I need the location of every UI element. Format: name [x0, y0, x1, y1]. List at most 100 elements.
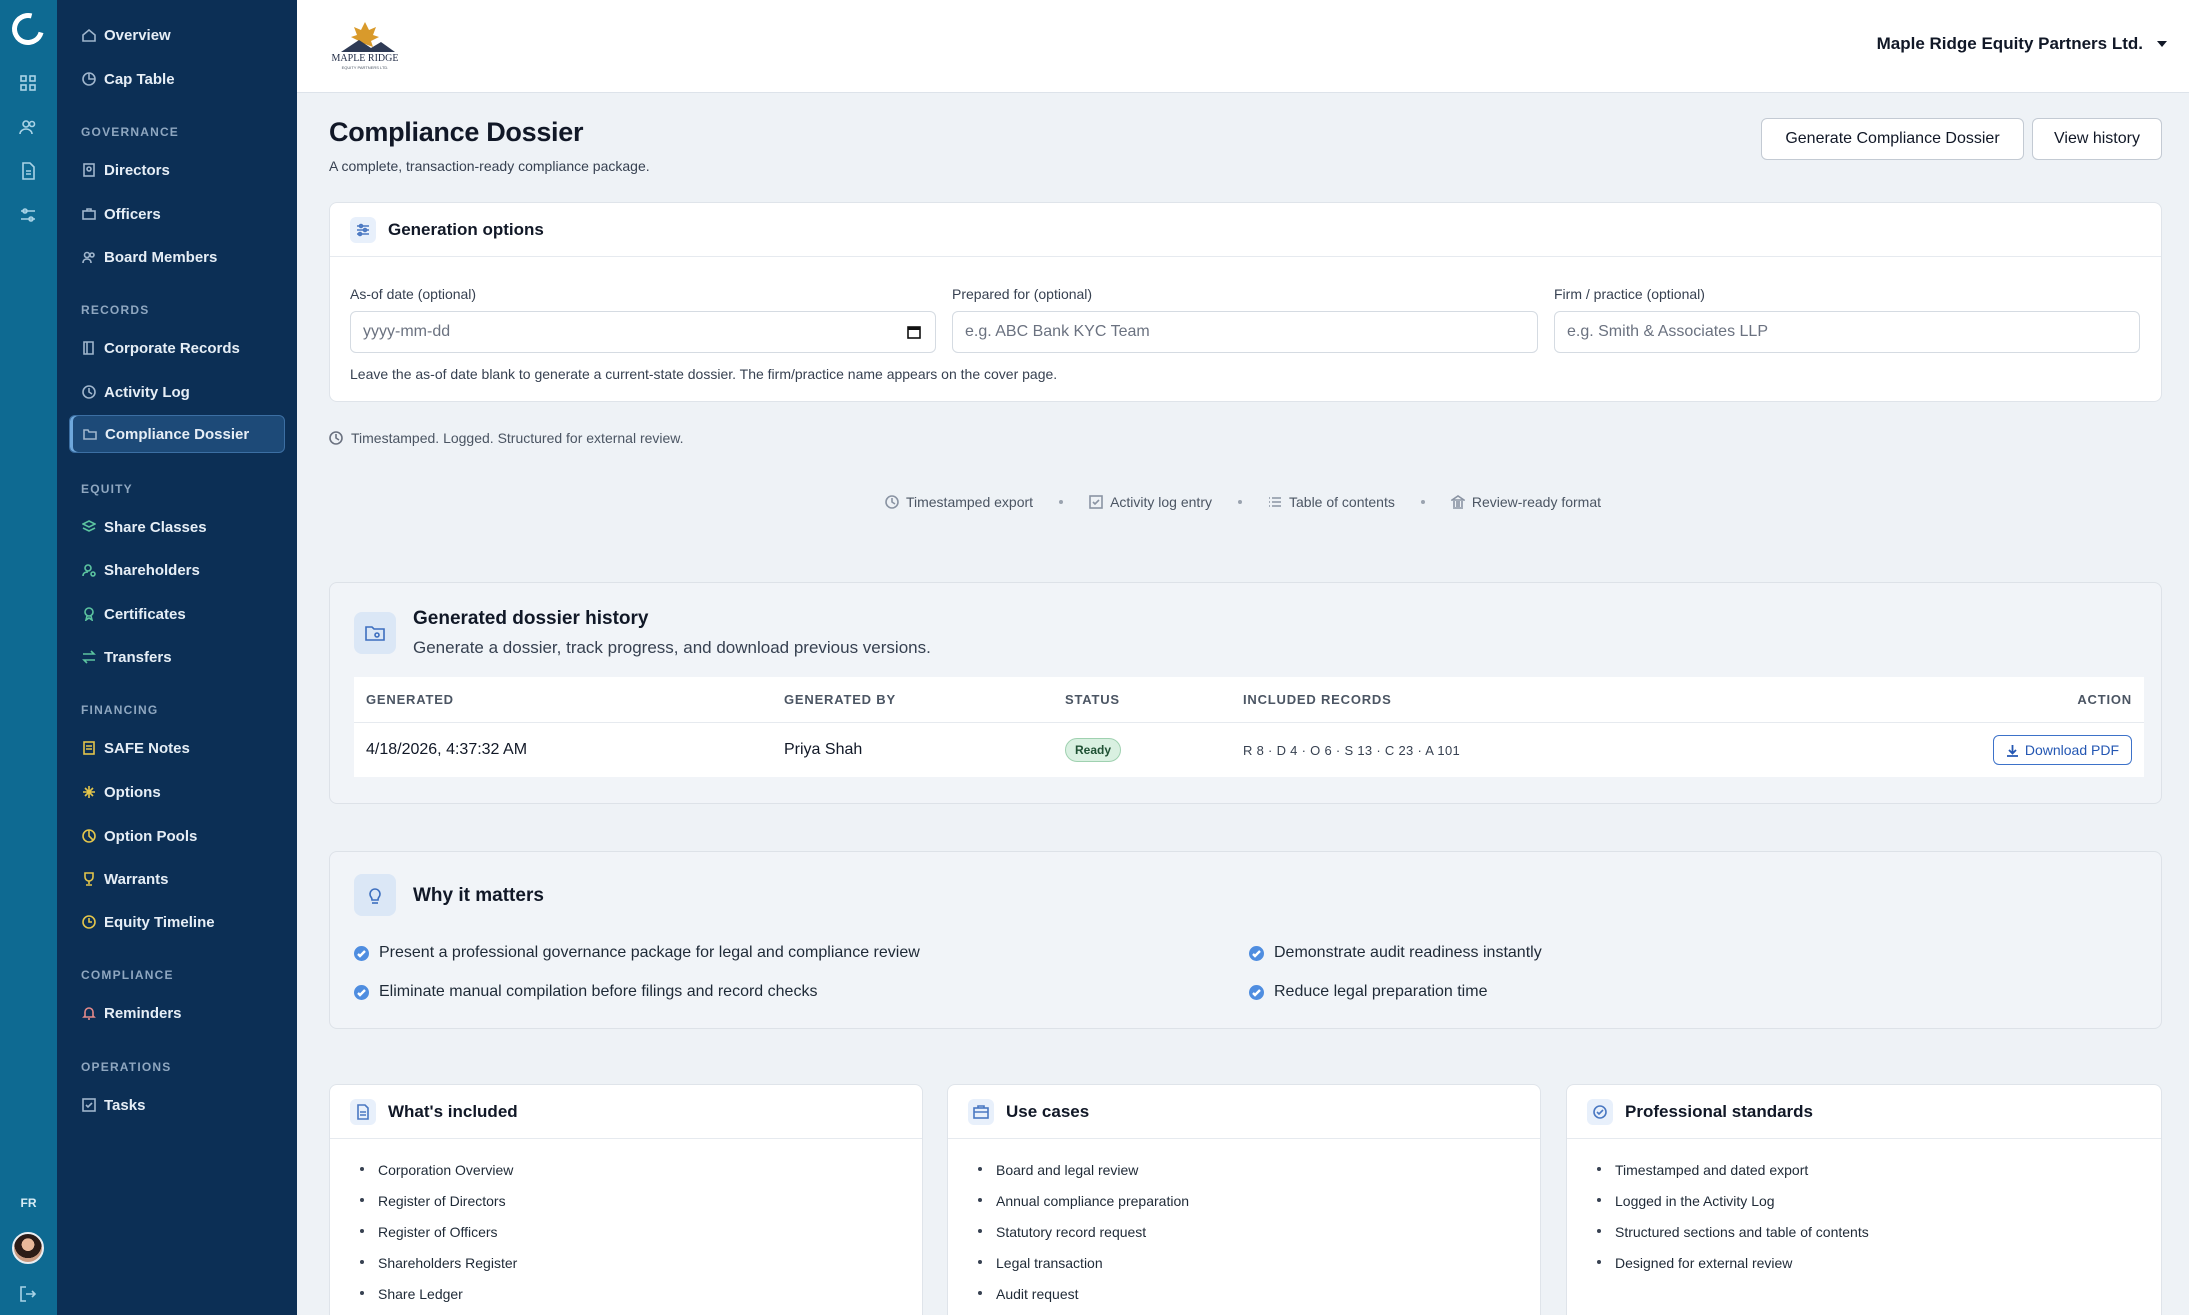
prepared-for-input[interactable] — [952, 311, 1538, 353]
prepared-for-label: Prepared for (optional) — [952, 286, 1093, 302]
sidebar-item-equity-timeline[interactable]: Equity Timeline — [69, 903, 285, 941]
sidebar-item-label: SAFE Notes — [104, 739, 190, 757]
whats-included-card: What's included Corporation Overview Reg… — [329, 1084, 923, 1315]
check-icon — [1249, 984, 1264, 1000]
options-hint: Leave the as-of date blank to generate a… — [350, 366, 1058, 382]
page-title: Compliance Dossier — [329, 117, 584, 147]
section-equity: EQUITY — [81, 482, 133, 496]
feature-strip: Timestamped export Activity log entry Ta… — [297, 494, 2189, 510]
sidebar-item-officers[interactable]: Officers — [69, 195, 285, 233]
list-item: Structured sections and table of content… — [1595, 1223, 1869, 1254]
folder-icon — [354, 612, 396, 654]
language-switch[interactable]: FR — [0, 1196, 57, 1210]
check-icon — [1249, 945, 1264, 961]
check-icon — [354, 984, 369, 1000]
check-circle-icon — [1587, 1098, 1613, 1125]
sidebar-item-directors[interactable]: Directors — [69, 151, 285, 189]
clock-icon — [82, 385, 96, 399]
lightbulb-icon — [354, 874, 396, 916]
sidebar-item-corporate-records[interactable]: Corporate Records — [69, 329, 285, 367]
layers-icon — [82, 520, 96, 534]
standards-list: Timestamped and dated export Logged in t… — [1595, 1161, 1869, 1285]
award-icon — [82, 607, 96, 621]
list-item: Logged in the Activity Log — [1595, 1192, 1869, 1223]
sidebar-item-cap-table[interactable]: Cap Table — [69, 60, 285, 98]
document-icon[interactable] — [18, 161, 38, 181]
use-cases-list: Board and legal review Annual compliance… — [976, 1161, 1189, 1315]
as-of-date-label: As-of date (optional) — [350, 286, 477, 302]
list-item: Timestamped and dated export — [1595, 1161, 1869, 1192]
caret-down-icon — [2157, 41, 2167, 47]
sidebar-item-label: Officers — [104, 205, 161, 223]
sidebar-item-tasks[interactable]: Tasks — [69, 1086, 285, 1124]
sliders-icon — [350, 216, 376, 243]
users-icon[interactable] — [18, 117, 38, 137]
sliders-icon[interactable] — [18, 205, 38, 225]
logout-icon[interactable] — [18, 1284, 38, 1304]
list-item: Audit request — [976, 1285, 1189, 1315]
check-icon — [354, 945, 369, 961]
sidebar-item-activity-log[interactable]: Activity Log — [69, 373, 285, 411]
card-title: Generation options — [388, 219, 544, 239]
avatar[interactable] — [12, 1232, 44, 1264]
bell-icon — [82, 1006, 96, 1020]
sidebar-item-board-members[interactable]: Board Members — [69, 238, 285, 276]
sidebar-item-warrants[interactable]: Warrants — [69, 860, 285, 898]
sidebar-item-safe-notes[interactable]: SAFE Notes — [69, 729, 285, 767]
home-icon — [82, 28, 96, 42]
feature-item: Timestamped export — [885, 494, 1033, 510]
svg-text:EQUITY PARTNERS LTD.: EQUITY PARTNERS LTD. — [342, 65, 389, 70]
page-subtitle: A complete, transaction-ready compliance… — [329, 158, 650, 174]
briefcase-icon — [82, 207, 96, 221]
why-item: Present a professional governance packag… — [354, 944, 920, 962]
generate-dossier-button[interactable]: Generate Compliance Dossier — [1761, 118, 2024, 160]
history-subtitle: Generate a dossier, track progress, and … — [413, 638, 931, 657]
sidebar-item-transfers[interactable]: Transfers — [69, 638, 285, 676]
view-history-button[interactable]: View history — [2032, 118, 2162, 160]
separator-dot — [1238, 500, 1242, 504]
included-records-cell: R 8 · D 4 · O 6 · S 13 · C 23 · A 101 — [1243, 742, 1461, 758]
column-header: STATUS — [1065, 692, 1120, 707]
sidebar-item-label: Shareholders — [104, 561, 200, 579]
timeline-icon — [82, 915, 96, 929]
grid-icon[interactable] — [18, 73, 38, 93]
list-item: Annual compliance preparation — [976, 1192, 1189, 1223]
column-header: GENERATED BY — [784, 692, 896, 707]
svg-text:MAPLE RIDGE: MAPLE RIDGE — [332, 53, 399, 64]
sidebar-item-certificates[interactable]: Certificates — [69, 595, 285, 633]
sidebar-item-share-classes[interactable]: Share Classes — [69, 508, 285, 546]
company-switcher[interactable]: Maple Ridge Equity Partners Ltd. — [1877, 34, 2167, 54]
checkbox-icon — [1089, 495, 1103, 509]
sidebar-item-option-pools[interactable]: Option Pools — [69, 817, 285, 855]
checkbox-icon — [82, 1098, 96, 1112]
sidebar-item-compliance-dossier[interactable]: Compliance Dossier — [69, 415, 285, 453]
sidebar-item-label: Reminders — [104, 1004, 182, 1022]
list-item: Legal transaction — [976, 1254, 1189, 1285]
users-icon — [82, 250, 96, 264]
column-header: GENERATED — [366, 692, 454, 707]
column-header: ACTION — [2077, 692, 2132, 707]
calendar-icon[interactable] — [906, 324, 922, 340]
sparkle-icon — [82, 785, 96, 799]
sidebar-item-shareholders[interactable]: Shareholders — [69, 551, 285, 589]
sidebar-item-reminders[interactable]: Reminders — [69, 994, 285, 1032]
download-pdf-button[interactable]: Download PDF — [1992, 735, 2132, 765]
use-cases-card: Use cases Board and legal review Annual … — [947, 1084, 1541, 1315]
as-of-date-input[interactable] — [350, 311, 936, 353]
feature-item: Table of contents — [1268, 494, 1395, 510]
sidebar-item-label: Warrants — [104, 870, 169, 888]
generated-by-cell: Priya Shah — [784, 741, 863, 758]
firm-practice-input[interactable] — [1554, 311, 2140, 353]
sidebar-item-overview[interactable]: Overview — [69, 16, 285, 54]
status-badge: Ready — [1065, 738, 1122, 762]
icon-rail: FR — [0, 0, 57, 1315]
trophy-icon — [82, 872, 96, 886]
sidebar-item-label: Cap Table — [104, 70, 175, 88]
sidebar-item-label: Activity Log — [104, 383, 190, 401]
sidebar-item-label: Tasks — [104, 1096, 146, 1114]
app-logo-icon[interactable] — [6, 7, 50, 51]
section-compliance: COMPLIANCE — [81, 968, 174, 982]
sidebar-item-options[interactable]: Options — [69, 773, 285, 811]
list-item: Register of Officers — [358, 1223, 517, 1254]
briefcase-icon — [968, 1098, 994, 1125]
